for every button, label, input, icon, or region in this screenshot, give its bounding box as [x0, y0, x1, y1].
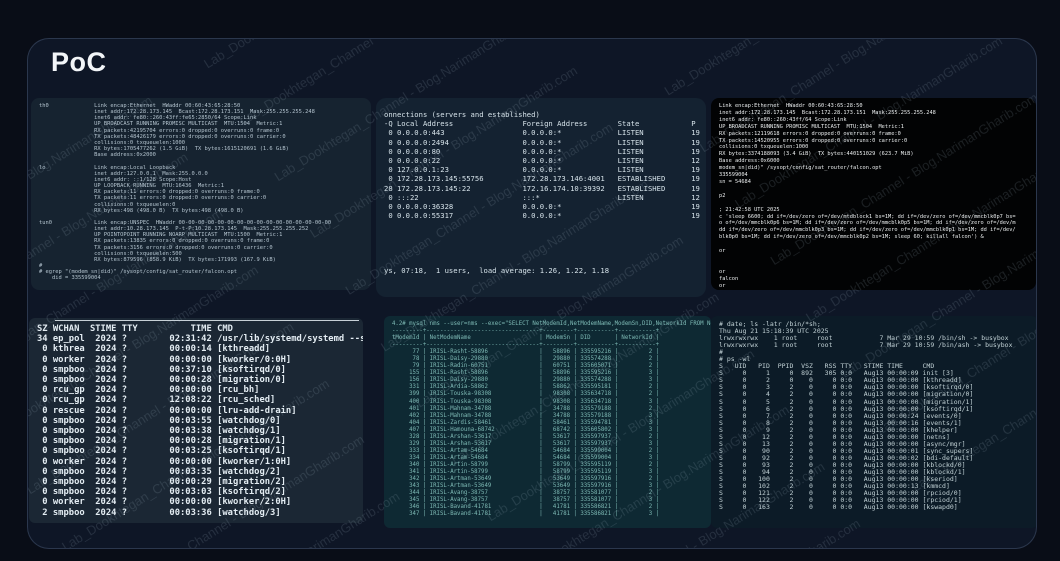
terminal-ifconfig-black: Link encap:Ethernet HWaddr 00:60:43:65:2… — [711, 98, 1036, 290]
terminal-ps-elf-panel: SZ WCHAN STIME TTY TIME CMD 34 ep_pol 20… — [29, 318, 363, 523]
terminal-ps-elf: SZ WCHAN STIME TTY TIME CMD 34 ep_pol 20… — [29, 318, 363, 523]
page-title: PoC — [51, 47, 107, 78]
terminal-ifconfig-eth0: th0 Link encap:Ethernet HWaddr 00:60:43:… — [31, 98, 371, 290]
page-background: PoC th0 Link encap:Ethernet HWaddr 00:60… — [0, 0, 1060, 561]
terminal-mysql: 4.2# mysql nms --user=nms --exec="SELECT… — [384, 316, 711, 528]
terminal-ps-busybox: # date; ls -latr /bin/*sh; Thu Aug 21 15… — [711, 316, 1037, 528]
poc-card: PoC th0 Link encap:Ethernet HWaddr 00:60… — [27, 38, 1037, 549]
terminal-netstat: onnections (servers and established) -Q … — [376, 98, 706, 297]
divider-line — [55, 320, 359, 321]
